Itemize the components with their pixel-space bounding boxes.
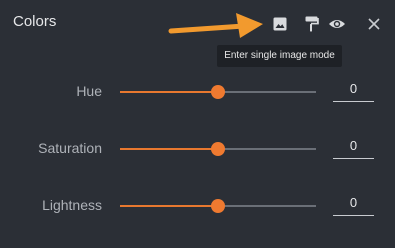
eye-icon[interactable] [327,14,347,34]
close-icon[interactable] [364,14,384,34]
hue-row: Hue [0,77,395,107]
lightness-value-input[interactable] [333,191,374,213]
hue-value-input[interactable] [333,77,374,99]
hue-label: Hue [76,83,102,99]
lightness-slider-thumb[interactable] [211,199,225,213]
paint-roller-icon[interactable] [302,14,322,34]
saturation-slider-fill [120,148,218,150]
hue-slider-fill [120,91,218,93]
image-mode-icon[interactable] [270,14,290,34]
lightness-value-field[interactable] [333,191,374,216]
saturation-value-field[interactable] [333,134,374,159]
lightness-label: Lightness [42,197,102,213]
saturation-label: Saturation [38,140,102,156]
saturation-slider-thumb[interactable] [211,142,225,156]
panel-title: Colors [13,13,57,30]
hue-slider-thumb[interactable] [211,85,225,99]
hue-value-field[interactable] [333,77,374,102]
lightness-row: Lightness [0,191,395,221]
saturation-value-input[interactable] [333,134,374,156]
colors-panel: Colors Enter single image mode Hue 0 Sat… [0,0,395,248]
tooltip: Enter single image mode [217,45,342,67]
saturation-row: Saturation [0,134,395,164]
lightness-slider-fill [120,205,218,207]
